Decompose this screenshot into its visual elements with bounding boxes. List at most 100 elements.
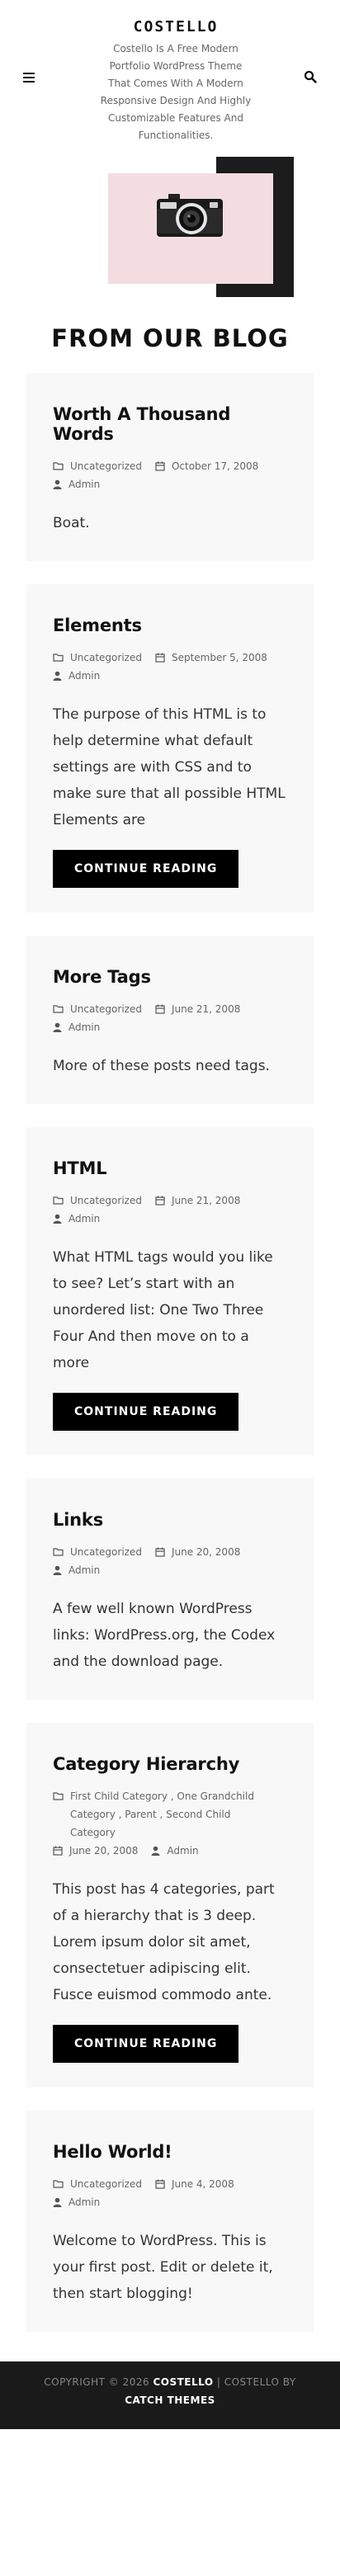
category-links[interactable]: Uncategorized [70, 457, 142, 475]
calendar-icon [155, 1547, 165, 1557]
post-meta: Uncategorized October 17, 2008 Admin [53, 457, 287, 493]
calendar-icon [155, 1196, 165, 1205]
post-meta: Uncategorized June 21, 2008 Admin [53, 1000, 287, 1036]
post-title[interactable]: Links [53, 1510, 287, 1530]
date-link[interactable]: June 20, 2008 [172, 1543, 240, 1561]
folder-icon [53, 653, 64, 662]
category-links[interactable]: Uncategorized [70, 1000, 142, 1018]
category-links[interactable]: First Child Category , One Grandchild Ca… [70, 1787, 274, 1842]
post-excerpt: A few well known WordPress links: WordPr… [53, 1601, 276, 1670]
post-title[interactable]: Worth A Thousand Words [53, 404, 287, 444]
user-icon [53, 1565, 62, 1575]
post-date: September 5, 2008 [155, 649, 267, 667]
user-icon [53, 671, 62, 681]
post-title[interactable]: More Tags [53, 967, 287, 987]
author-link[interactable]: Admin [167, 1842, 198, 1860]
post-card: Hello World! Uncategorized June 4, 2008 … [26, 2111, 314, 2332]
category-links[interactable]: Uncategorized [70, 2175, 142, 2193]
author-link[interactable]: Admin [68, 667, 100, 685]
folder-icon [53, 1792, 64, 1800]
copyright-text: COPYRIGHT © 2026 [44, 2376, 150, 2388]
post-author: Admin [151, 1842, 199, 1860]
post-categories: Uncategorized [53, 2175, 142, 2193]
post-card: Elements Uncategorized September 5, 2008… [26, 584, 314, 913]
post-categories: Uncategorized [53, 1191, 142, 1210]
post-categories: Uncategorized [53, 457, 142, 475]
author-link[interactable]: Admin [68, 1210, 100, 1228]
menu-toggle-icon[interactable] [23, 73, 35, 83]
post-title[interactable]: Hello World! [53, 2142, 287, 2162]
calendar-icon [155, 461, 165, 471]
post-categories: Uncategorized [53, 1000, 142, 1018]
user-icon [53, 2197, 62, 2207]
footer-site-link[interactable]: COSTELLO [153, 2376, 213, 2388]
post-author: Admin [53, 2193, 100, 2211]
author-link[interactable]: Admin [68, 1018, 100, 1036]
footer-author-link[interactable]: CATCH THEMES [125, 2394, 215, 2406]
post-excerpt: The purpose of this HTML is to help dete… [53, 706, 286, 828]
post-card: Worth A Thousand Words Uncategorized Oct… [26, 373, 314, 561]
post-author: Admin [53, 667, 100, 685]
post-categories: First Child Category , One Grandchild Ca… [53, 1787, 274, 1842]
post-meta: Uncategorized June 21, 2008 Admin [53, 1191, 287, 1228]
folder-icon [53, 2180, 64, 2188]
post-card: Links Uncategorized June 20, 2008 Admin … [26, 1479, 314, 1700]
folder-icon [53, 1005, 64, 1013]
site-description: Costello Is A Free Modern Portfolio Word… [100, 43, 252, 141]
date-link[interactable]: September 5, 2008 [172, 649, 267, 667]
post-excerpt: Welcome to WordPress. This is your first… [53, 2233, 273, 2302]
date-link[interactable]: October 17, 2008 [172, 457, 258, 475]
hero-banner [0, 157, 340, 322]
search-icon[interactable] [304, 70, 317, 83]
post-excerpt: Boat. [53, 515, 90, 531]
user-icon [53, 479, 62, 489]
user-icon [53, 1214, 62, 1224]
category-links[interactable]: Uncategorized [70, 1543, 142, 1561]
date-link[interactable]: June 4, 2008 [172, 2175, 234, 2193]
category-links[interactable]: Uncategorized [70, 1191, 142, 1210]
calendar-icon [155, 653, 165, 663]
section-title: FROM OUR BLOG [51, 324, 289, 352]
date-link[interactable]: June 20, 2008 [69, 1842, 138, 1860]
author-link[interactable]: Admin [68, 2193, 100, 2211]
site-header: COSTELLO Costello Is A Free Modern Portf… [0, 0, 340, 157]
site-title[interactable]: COSTELLO [97, 18, 254, 35]
folder-icon [53, 1548, 64, 1556]
calendar-icon [155, 1004, 165, 1014]
date-link[interactable]: June 21, 2008 [172, 1191, 240, 1210]
post-title[interactable]: Category Hierarchy [53, 1754, 287, 1774]
category-links[interactable]: Uncategorized [70, 649, 142, 667]
calendar-icon [53, 1846, 63, 1856]
post-meta: Uncategorized June 4, 2008 Admin [53, 2175, 287, 2211]
post-categories: Uncategorized [53, 649, 142, 667]
post-title[interactable]: HTML [53, 1158, 287, 1178]
user-icon [151, 1846, 160, 1856]
post-excerpt: This post has 4 categories, part of a hi… [53, 1881, 275, 2003]
post-date: October 17, 2008 [155, 457, 258, 475]
date-link[interactable]: June 21, 2008 [172, 1000, 240, 1018]
folder-icon [53, 1196, 64, 1205]
continue-reading-button[interactable]: CONTINUE READING [53, 2025, 239, 2063]
post-meta: Uncategorized June 20, 2008 Admin [53, 1543, 287, 1579]
post-date: June 20, 2008 [53, 1842, 138, 1860]
post-author: Admin [53, 1561, 100, 1579]
folder-icon [53, 462, 64, 470]
site-footer: COPYRIGHT © 2026 COSTELLO | COSTELLO BY … [0, 2361, 340, 2429]
continue-reading-button[interactable]: CONTINUE READING [53, 1393, 239, 1431]
post-categories: Uncategorized [53, 1543, 142, 1561]
continue-reading-button[interactable]: CONTINUE READING [53, 850, 239, 888]
post-meta: Uncategorized September 5, 2008 Admin [53, 649, 287, 685]
footer-separator: | COSTELLO BY [216, 2376, 296, 2388]
post-date: June 4, 2008 [155, 2175, 234, 2193]
post-date: June 21, 2008 [155, 1000, 240, 1018]
user-icon [53, 1022, 62, 1032]
post-title[interactable]: Elements [53, 616, 287, 635]
post-card: HTML Uncategorized June 21, 2008 Admin W… [26, 1127, 314, 1455]
post-author: Admin [53, 475, 100, 493]
post-date: June 20, 2008 [155, 1543, 240, 1561]
post-meta: First Child Category , One Grandchild Ca… [53, 1787, 287, 1860]
author-link[interactable]: Admin [68, 1561, 100, 1579]
post-author: Admin [53, 1210, 100, 1228]
author-link[interactable]: Admin [68, 475, 100, 493]
post-excerpt: More of these posts need tags. [53, 1058, 270, 1074]
